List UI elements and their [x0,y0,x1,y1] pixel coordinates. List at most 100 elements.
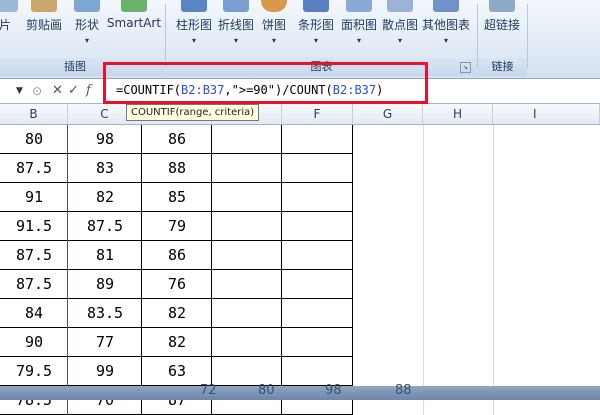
cell[interactable] [282,328,353,357]
pie-chart-button[interactable]: 饼图 ▾ [258,0,290,58]
expand-icon[interactable]: ⊙ [32,82,42,100]
cell[interactable]: 86 [142,125,212,154]
area-chart-button[interactable]: 面积图 ▾ [337,0,381,58]
cell[interactable]: 81 [68,241,142,270]
shapes-icon [74,0,100,12]
clipart-label: 剪贴画 [25,18,62,32]
line-chart-button[interactable]: 折线图 ▾ [214,0,258,58]
cell[interactable]: 80 [0,125,68,154]
column-chart-icon [181,0,207,12]
cell[interactable]: 90 [0,328,68,357]
partial-cell: 98 [325,383,342,398]
cell[interactable]: 84 [0,299,68,328]
cell[interactable]: 77 [68,328,142,357]
cell[interactable] [212,183,282,212]
picture-label: 片 [0,18,11,32]
column-header-b[interactable]: B [0,104,68,124]
chevron-down-icon: ▾ [233,36,238,45]
chevron-down-icon: ▾ [443,36,448,45]
cell[interactable] [212,328,282,357]
cell[interactable]: 98 [68,125,142,154]
smartart-icon [121,0,147,12]
picture-button[interactable]: 片 [0,0,18,58]
cell[interactable]: 99 [68,357,142,386]
cell[interactable]: 85 [142,183,212,212]
cell[interactable] [212,241,282,270]
column-header-h[interactable]: H [423,104,493,124]
chevron-down-icon: ▾ [84,36,89,45]
gridline [423,125,424,415]
cell[interactable] [282,270,353,299]
clipart-button[interactable]: 剪贴画 [22,0,66,58]
cell[interactable]: 82 [68,183,142,212]
cell[interactable]: 88 [142,154,212,183]
cell[interactable]: 87.5 [68,212,142,241]
column-chart-label: 柱形图 [175,18,212,32]
cell[interactable] [212,212,282,241]
column-chart-button[interactable]: 柱形图 ▾ [172,0,216,58]
hyperlink-label: 超链接 [483,18,520,32]
namebox-dropdown-icon[interactable]: ▼ [16,86,23,96]
cell[interactable]: 82 [142,328,212,357]
cell[interactable] [282,212,353,241]
bar-chart-button[interactable]: 条形图 ▾ [294,0,338,58]
cell[interactable]: 91.5 [0,212,68,241]
line-chart-label: 折线图 [217,18,254,32]
column-header-f[interactable]: F [282,104,353,124]
chevron-down-icon: ▾ [313,36,318,45]
cell[interactable]: 79.5 [0,357,68,386]
cancel-icon[interactable]: ✕ [52,82,63,100]
cell[interactable]: 63 [142,357,212,386]
area-chart-icon [346,0,372,12]
function-tooltip: COUNTIF(range, criteria) [126,104,260,121]
cell[interactable]: 89 [68,270,142,299]
cell[interactable] [212,154,282,183]
other-charts-label: 其他图表 [421,18,470,32]
cell[interactable] [212,125,282,154]
scatter-chart-label: 散点图 [381,18,418,32]
cell[interactable] [212,299,282,328]
smartart-label: SmartArt [106,16,162,30]
cell[interactable] [282,125,353,154]
shapes-button[interactable]: 形状 ▾ [70,0,104,58]
column-border [352,125,353,415]
cell[interactable]: 87.5 [0,270,68,299]
cell[interactable]: 86 [142,241,212,270]
chevron-down-icon: ▾ [356,36,361,45]
column-header-g[interactable]: G [353,104,423,124]
group-label-links: 链接 [491,60,514,73]
hyperlink-button[interactable]: 超链接 [480,0,524,58]
pie-chart-label: 饼图 [261,18,286,32]
formula-highlight-box [103,62,428,104]
cell[interactable] [282,183,353,212]
cell[interactable]: 87.5 [0,154,68,183]
formula-buttons: ⊙ ✕ ✓ f [30,82,102,100]
area-chart-label: 面积图 [340,18,377,32]
line-chart-icon [223,0,249,12]
scatter-chart-icon [387,0,413,12]
column-border [141,125,142,415]
cell[interactable] [212,357,282,386]
column-header-i[interactable]: I [493,104,600,124]
cell[interactable] [282,357,353,386]
column-border [281,125,282,415]
cell[interactable] [282,241,353,270]
insert-function-icon[interactable]: f [86,82,91,100]
enter-icon[interactable]: ✓ [68,82,79,100]
cell[interactable] [282,299,353,328]
cell[interactable]: 83.5 [68,299,142,328]
cell[interactable]: 79 [142,212,212,241]
cell[interactable] [282,154,353,183]
other-charts-button[interactable]: 其他图表 ▾ [418,0,474,58]
cell[interactable]: 76 [142,270,212,299]
cell[interactable]: 87.5 [0,241,68,270]
smartart-button[interactable]: SmartArt [106,0,162,58]
cell[interactable] [212,270,282,299]
cell[interactable]: 83 [68,154,142,183]
partial-cell: 88 [395,383,412,398]
cell[interactable]: 91 [0,183,68,212]
cell[interactable]: 82 [142,299,212,328]
dialog-launcher-icon[interactable]: ↘ [460,62,471,73]
scatter-chart-button[interactable]: 散点图 ▾ [378,0,422,58]
other-charts-icon [433,0,459,12]
